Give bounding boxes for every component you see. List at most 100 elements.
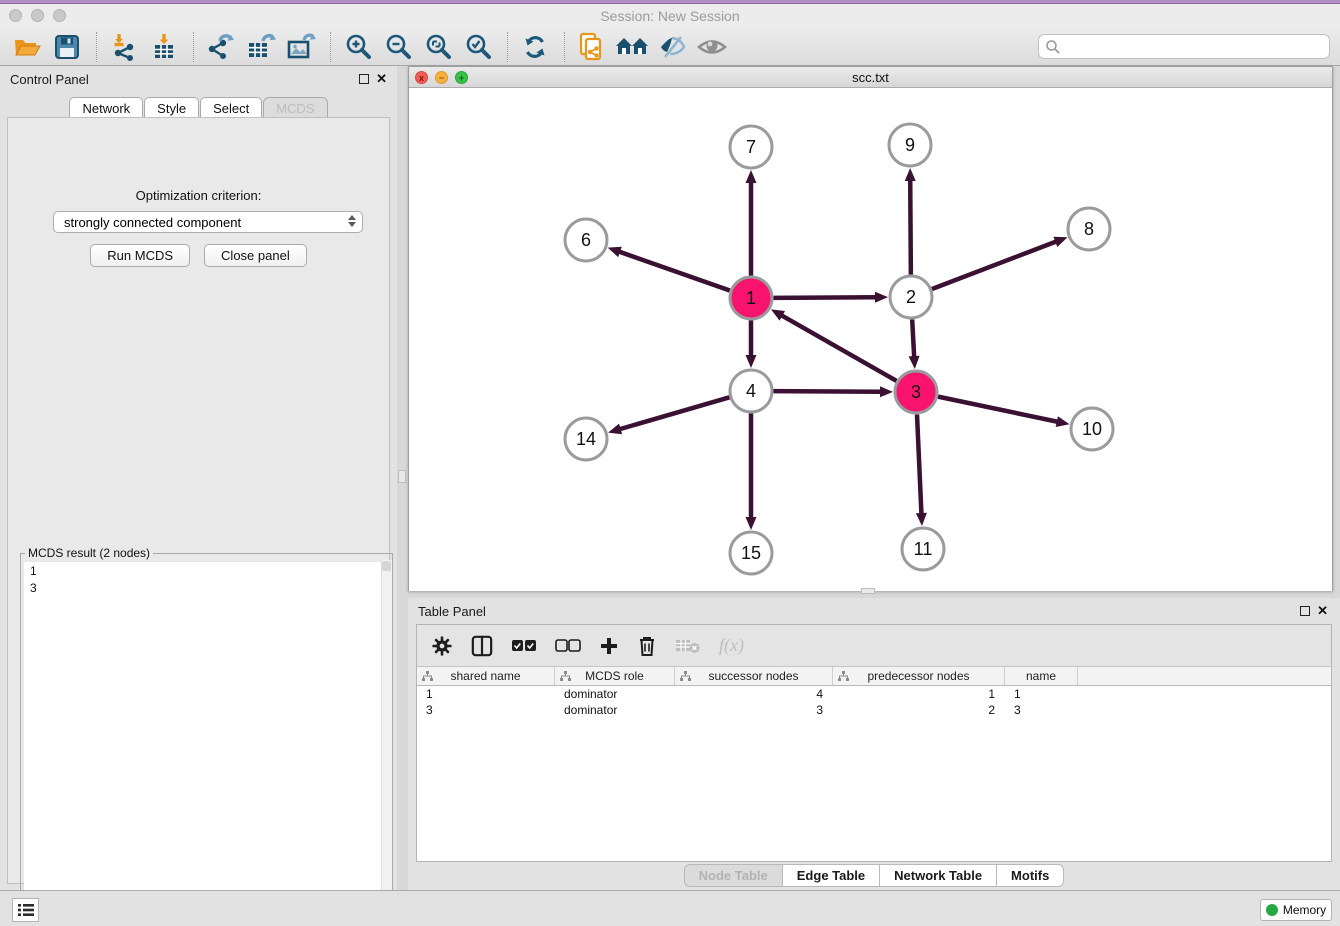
cell-successor-nodes[interactable]: 3 bbox=[675, 702, 833, 718]
export-network-icon[interactable] bbox=[204, 31, 238, 63]
edge-1-2[interactable] bbox=[773, 297, 877, 298]
table-panel: Table Panel ✕ bbox=[408, 598, 1340, 890]
panel-splitter-handle[interactable] bbox=[398, 470, 406, 483]
graph-node-3[interactable]: 3 bbox=[895, 371, 937, 413]
delete-column-trash-icon[interactable] bbox=[637, 635, 657, 657]
node-label: 8 bbox=[1084, 219, 1094, 239]
run-mcds-button[interactable]: Run MCDS bbox=[90, 244, 190, 267]
cell-shared-name[interactable]: 3 bbox=[417, 702, 555, 718]
close-table-panel-icon[interactable]: ✕ bbox=[1317, 604, 1328, 618]
mcds-result-title: MCDS result (2 nodes) bbox=[25, 546, 153, 560]
graph-node-6[interactable]: 6 bbox=[565, 219, 607, 261]
hide-style-icon[interactable] bbox=[655, 31, 689, 63]
graph-node-4[interactable]: 4 bbox=[730, 370, 772, 412]
node-label: 2 bbox=[906, 287, 916, 307]
network-window-titlebar[interactable]: x − + scc.txt bbox=[409, 67, 1332, 88]
open-session-icon[interactable] bbox=[10, 31, 44, 63]
edge-arrowhead bbox=[875, 292, 888, 303]
tab-mcds[interactable]: MCDS bbox=[263, 97, 327, 119]
cell-shared-name[interactable]: 1 bbox=[417, 686, 555, 702]
edge-2-9[interactable] bbox=[910, 179, 911, 275]
table-row[interactable]: 1dominator411 bbox=[417, 686, 1331, 702]
result-scrollbar[interactable] bbox=[381, 560, 392, 923]
tab-network-table[interactable]: Network Table bbox=[880, 864, 997, 887]
table-row[interactable]: 3dominator323 bbox=[417, 702, 1331, 718]
search-input[interactable] bbox=[1061, 37, 1329, 57]
edge-1-6[interactable] bbox=[618, 251, 730, 290]
tab-motifs[interactable]: Motifs bbox=[997, 864, 1064, 887]
column-header-mcds-role[interactable]: MCDS role bbox=[555, 667, 675, 685]
network-canvas[interactable]: 7 9 6 8 1 2 4 3 14 10 15 11 bbox=[409, 88, 1332, 591]
graph-node-10[interactable]: 10 bbox=[1071, 408, 1113, 450]
edge-3-11[interactable] bbox=[917, 414, 921, 515]
home-icon[interactable] bbox=[615, 31, 649, 63]
show-panels-list-button[interactable] bbox=[12, 898, 39, 922]
edge-4-3[interactable] bbox=[773, 391, 882, 392]
zoom-fit-icon[interactable] bbox=[421, 31, 455, 63]
close-panel-button[interactable]: Close panel bbox=[204, 244, 307, 267]
save-session-icon[interactable] bbox=[50, 31, 84, 63]
column-header-successor-nodes[interactable]: successor nodes bbox=[675, 667, 833, 685]
graph-node-15[interactable]: 15 bbox=[730, 532, 772, 574]
mcds-result-text[interactable]: 13 bbox=[24, 562, 387, 926]
edge-3-1[interactable] bbox=[781, 315, 897, 381]
column-header-shared-name[interactable]: shared name bbox=[417, 667, 555, 685]
cell-name[interactable]: 1 bbox=[1005, 686, 1078, 702]
graph-node-1[interactable]: 1 bbox=[730, 277, 772, 319]
cell-mcds-role[interactable]: dominator bbox=[555, 702, 675, 718]
tab-select[interactable]: Select bbox=[200, 97, 262, 119]
titlebar: Session: New Session bbox=[0, 4, 1340, 28]
apply-layout-icon[interactable] bbox=[518, 31, 552, 63]
clone-network-icon[interactable] bbox=[575, 31, 609, 63]
tab-edge-table[interactable]: Edge Table bbox=[783, 864, 880, 887]
network-graph[interactable]: 7 9 6 8 1 2 4 3 14 10 15 11 bbox=[409, 88, 1332, 591]
deselect-all-columns-icon[interactable] bbox=[555, 639, 581, 653]
float-panel-icon[interactable] bbox=[359, 74, 369, 84]
export-table-icon[interactable] bbox=[244, 31, 278, 63]
create-column-icon[interactable] bbox=[599, 636, 619, 656]
edge-2-3[interactable] bbox=[912, 319, 914, 358]
cell-successor-nodes[interactable]: 4 bbox=[675, 686, 833, 702]
graph-node-14[interactable]: 14 bbox=[565, 418, 607, 460]
close-panel-icon[interactable]: ✕ bbox=[376, 72, 387, 86]
cell-predecessor-nodes[interactable]: 1 bbox=[833, 686, 1005, 702]
graph-node-11[interactable]: 11 bbox=[902, 528, 944, 570]
zoom-in-icon[interactable] bbox=[341, 31, 375, 63]
table-settings-gear-icon[interactable] bbox=[431, 635, 453, 657]
network-table-splitter-handle[interactable] bbox=[861, 588, 875, 594]
zoom-selected-icon[interactable] bbox=[461, 31, 495, 63]
select-all-columns-icon[interactable] bbox=[511, 639, 537, 653]
show-graphics-eye-icon[interactable] bbox=[695, 31, 729, 63]
status-bar: Memory bbox=[0, 890, 1340, 926]
cell-mcds-role[interactable]: dominator bbox=[555, 686, 675, 702]
optimization-criterion-label: Optimization criterion: bbox=[8, 188, 389, 203]
toggle-panel-layout-icon[interactable] bbox=[471, 635, 493, 657]
cell-predecessor-nodes[interactable]: 2 bbox=[833, 702, 1005, 718]
edge-2-8[interactable] bbox=[932, 241, 1057, 289]
tab-style[interactable]: Style bbox=[144, 97, 199, 119]
mcds-result-line: 3 bbox=[30, 580, 387, 597]
edge-3-10[interactable] bbox=[938, 397, 1059, 422]
cell-name[interactable]: 3 bbox=[1005, 702, 1078, 718]
import-table-icon[interactable] bbox=[147, 31, 181, 63]
graph-node-8[interactable]: 8 bbox=[1068, 208, 1110, 250]
column-header-name[interactable]: name bbox=[1005, 667, 1078, 685]
tab-network[interactable]: Network bbox=[69, 97, 143, 119]
float-table-panel-icon[interactable] bbox=[1300, 606, 1310, 616]
tab-node-table[interactable]: Node Table bbox=[684, 864, 783, 887]
table-panel-title: Table Panel bbox=[418, 604, 486, 619]
edge-4-14[interactable] bbox=[619, 397, 730, 429]
export-image-icon[interactable] bbox=[284, 31, 318, 63]
column-header-predecessor-nodes[interactable]: predecessor nodes bbox=[833, 667, 1005, 685]
function-builder-icon[interactable]: f(x) bbox=[719, 635, 744, 656]
node-label: 15 bbox=[741, 543, 761, 563]
zoom-out-icon[interactable] bbox=[381, 31, 415, 63]
graph-node-7[interactable]: 7 bbox=[730, 126, 772, 168]
graph-node-9[interactable]: 9 bbox=[889, 124, 931, 166]
criterion-dropdown[interactable]: strongly connected component bbox=[53, 211, 363, 233]
delete-table-icon[interactable] bbox=[675, 637, 701, 655]
search-box[interactable] bbox=[1038, 34, 1330, 59]
memory-button[interactable]: Memory bbox=[1260, 899, 1332, 921]
graph-node-2[interactable]: 2 bbox=[890, 276, 932, 318]
import-network-icon[interactable] bbox=[107, 31, 141, 63]
